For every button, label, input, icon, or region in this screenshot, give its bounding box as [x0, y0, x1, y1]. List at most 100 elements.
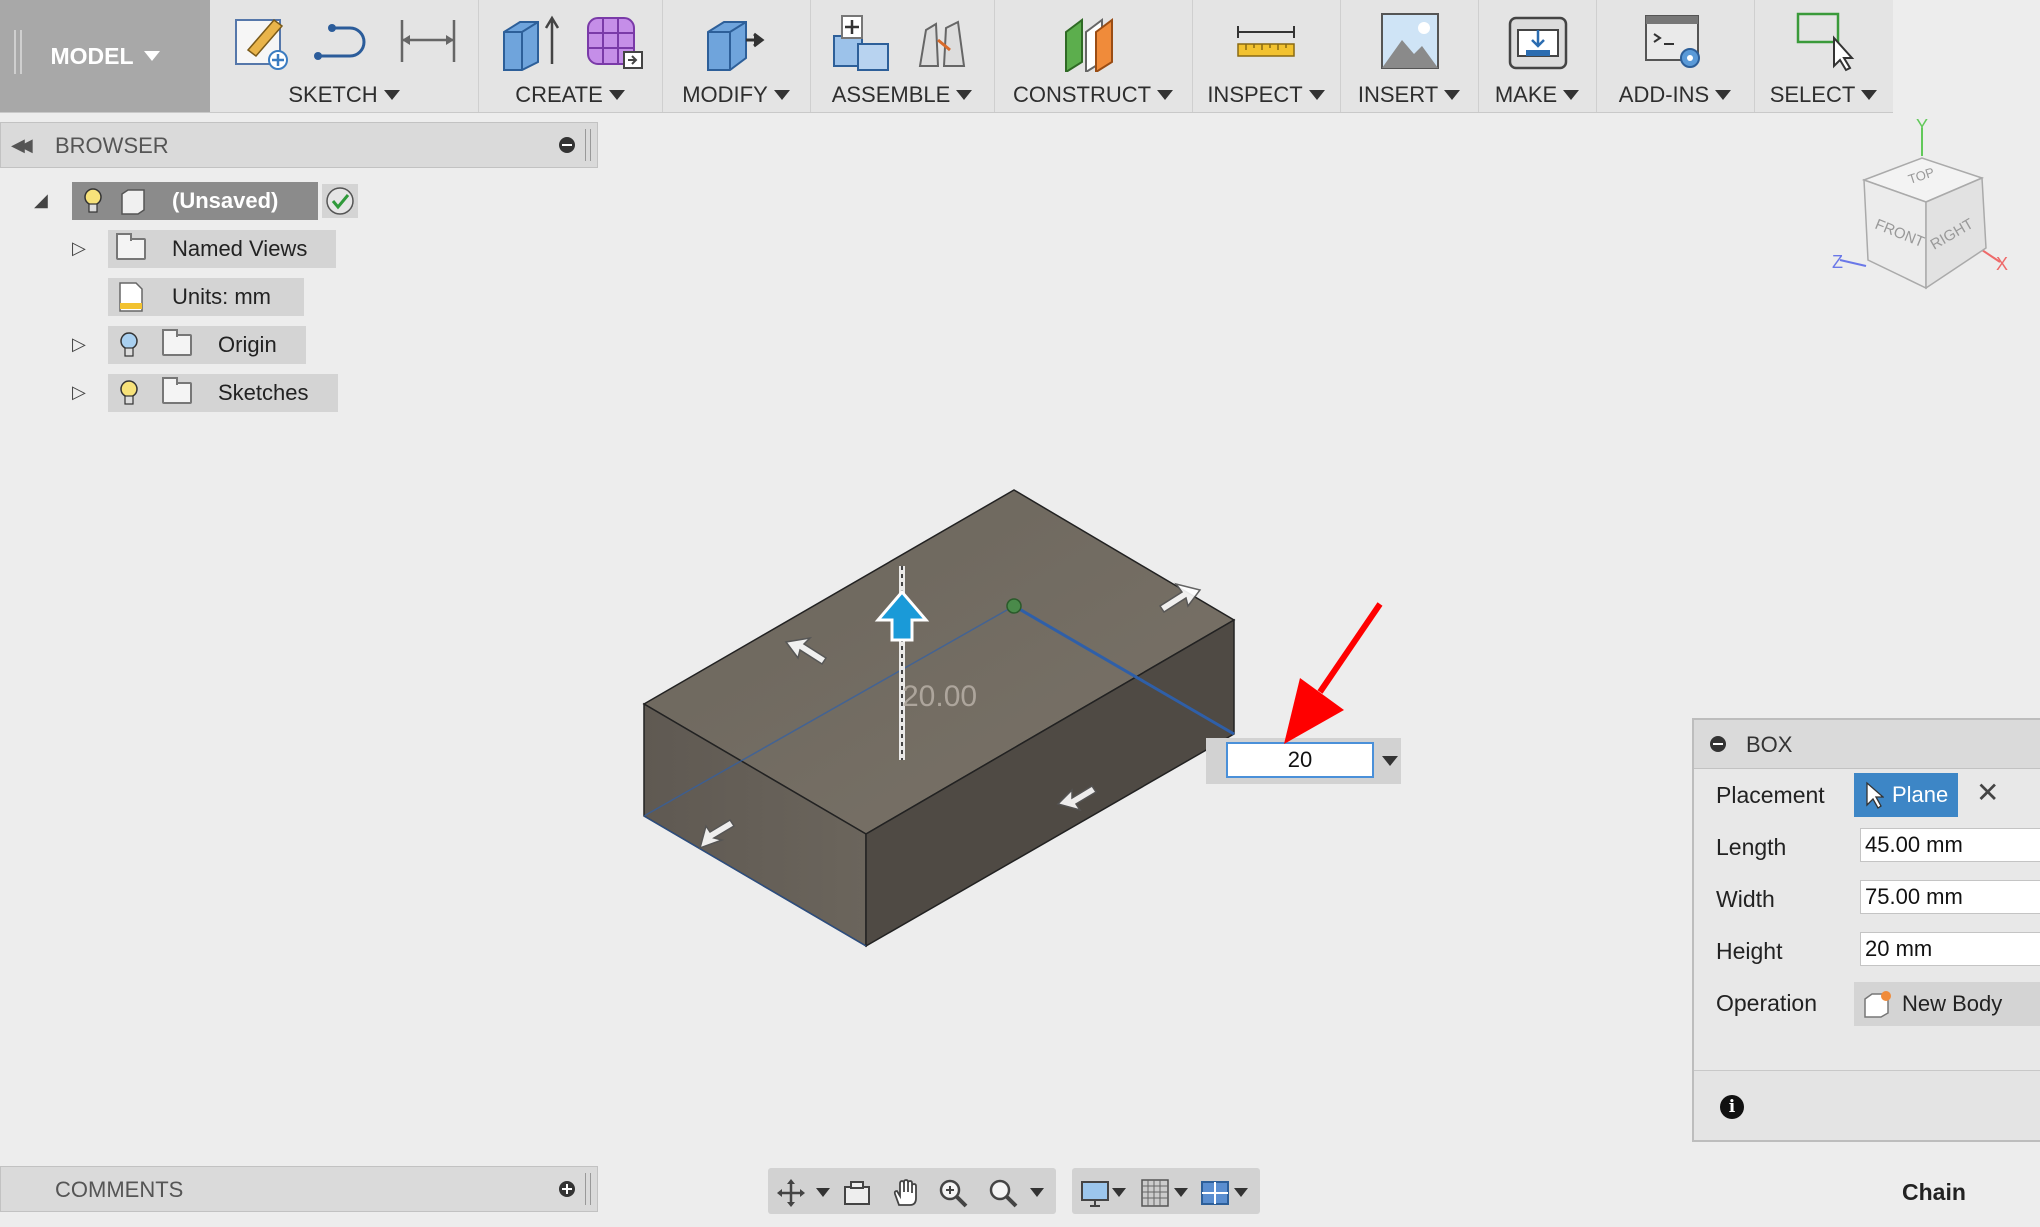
folder-icon: [162, 377, 192, 404]
operation-select[interactable]: New Body: [1854, 982, 2040, 1026]
folder-icon: [162, 329, 192, 356]
visibility-bulb-icon[interactable]: [82, 186, 104, 216]
browser-header[interactable]: ◀◀ BROWSER: [0, 122, 598, 168]
chevron-down-icon: [1444, 90, 1461, 100]
expand-root-icon[interactable]: ◢: [34, 190, 48, 211]
3d-print-icon[interactable]: [1506, 10, 1570, 72]
panel-grip[interactable]: [585, 1173, 591, 1205]
sketch-group[interactable]: SKETCH: [210, 0, 479, 112]
visibility-bulb-icon[interactable]: [118, 378, 140, 408]
create-group[interactable]: CREATE: [478, 0, 663, 112]
chevron-down-icon[interactable]: [1112, 1188, 1126, 1197]
navigation-toolbar: [768, 1168, 1056, 1214]
modify-group[interactable]: MODIFY: [662, 0, 811, 112]
assemble-group[interactable]: ASSEMBLE: [810, 0, 995, 112]
form-grid-icon[interactable]: [582, 10, 646, 72]
info-icon[interactable]: i: [1720, 1095, 1744, 1119]
annotation-arrow: [1284, 602, 1383, 744]
addins-label: ADD-INS: [1618, 82, 1710, 107]
grid-icon[interactable]: [1140, 1178, 1170, 1208]
viewports-icon[interactable]: [1200, 1178, 1230, 1208]
press-pull-icon[interactable]: [702, 10, 768, 72]
box-dialog-header[interactable]: BOX: [1694, 720, 2040, 769]
browser-item-origin[interactable]: Origin: [108, 326, 306, 364]
panel-grip[interactable]: [585, 129, 591, 161]
inspect-label: INSPECT: [1207, 82, 1303, 107]
placement-plane-button[interactable]: Plane: [1854, 773, 1958, 817]
clear-selection-icon[interactable]: ✕: [1976, 776, 1999, 809]
expand-sketches-icon[interactable]: ▷: [72, 382, 86, 403]
expand-comments-icon[interactable]: [559, 1181, 575, 1197]
chevron-down-icon[interactable]: [1234, 1188, 1248, 1197]
sketch-dimension-icon[interactable]: [396, 10, 460, 72]
workspace-switcher[interactable]: MODEL: [0, 0, 210, 112]
addins-group[interactable]: ADD-INS: [1596, 0, 1755, 112]
insert-image-icon[interactable]: [1378, 10, 1442, 72]
minimize-icon[interactable]: [559, 137, 575, 153]
insert-group[interactable]: INSERT: [1340, 0, 1479, 112]
inspect-group[interactable]: INSPECT: [1192, 0, 1341, 112]
chevron-down-icon: [1715, 90, 1732, 100]
units-document-icon: [119, 282, 143, 312]
browser-item-units[interactable]: Units: mm: [108, 278, 304, 316]
chevron-down-icon: [956, 90, 973, 100]
zoom-window-icon[interactable]: [938, 1178, 970, 1208]
root-label: (Unsaved): [172, 188, 279, 213]
chain-status: Chain: [1902, 1179, 1966, 1205]
joint-icon[interactable]: [910, 10, 976, 72]
browser-title: BROWSER: [55, 133, 169, 158]
width-label: Width: [1716, 886, 1775, 912]
collapse-panel-icon[interactable]: ◀◀: [11, 135, 33, 156]
create-sketch-icon[interactable]: [230, 10, 292, 72]
scripts-addins-icon[interactable]: [1642, 10, 1708, 72]
viewcube[interactable]: Y Z X TOP FRONT RIGHT: [1830, 118, 2030, 298]
named-views-label: Named Views: [172, 236, 308, 261]
height-label: Height: [1716, 938, 1783, 964]
insert-label: INSERT: [1357, 82, 1439, 107]
chevron-down-icon: [383, 90, 400, 100]
chevron-down-icon[interactable]: [1030, 1188, 1044, 1197]
display-settings-icon[interactable]: [1080, 1178, 1110, 1208]
axis-x-label: X: [1996, 254, 2008, 274]
length-input[interactable]: [1860, 828, 2040, 862]
placement-label: Placement: [1716, 782, 1825, 808]
make-label: MAKE: [1494, 82, 1558, 107]
new-component-icon[interactable]: [828, 10, 894, 72]
assemble-label: ASSEMBLE: [831, 82, 951, 107]
select-group[interactable]: SELECT: [1754, 0, 1893, 112]
active-checkmark-icon[interactable]: [322, 184, 358, 218]
comments-panel[interactable]: COMMENTS: [0, 1166, 598, 1212]
origin-point[interactable]: [1006, 598, 1022, 614]
minimize-icon[interactable]: [1710, 736, 1726, 752]
select-cursor-icon[interactable]: [1794, 10, 1860, 72]
orbit-icon[interactable]: [776, 1178, 806, 1208]
pan-hand-icon[interactable]: [890, 1178, 920, 1208]
extrude-icon[interactable]: [498, 10, 562, 72]
create-label: CREATE: [515, 82, 603, 107]
display-toolbar: [1072, 1168, 1260, 1214]
chevron-down-icon[interactable]: [816, 1188, 830, 1197]
toolbar-grip[interactable]: [14, 30, 22, 74]
construct-group[interactable]: CONSTRUCT: [994, 0, 1193, 112]
zoom-icon[interactable]: [988, 1178, 1020, 1208]
make-group[interactable]: MAKE: [1478, 0, 1597, 112]
visibility-bulb-icon[interactable]: [118, 330, 140, 360]
browser-item-named-views[interactable]: Named Views: [108, 230, 336, 268]
line-arc-icon[interactable]: [310, 10, 374, 72]
browser-item-sketches[interactable]: Sketches: [108, 374, 338, 412]
chevron-down-icon: [608, 90, 625, 100]
height-readout: 20.00: [902, 680, 978, 713]
width-input[interactable]: [1860, 880, 2040, 914]
height-input[interactable]: [1860, 932, 2040, 966]
chevron-down-icon[interactable]: [1174, 1188, 1188, 1197]
box-dialog-footer: i: [1694, 1070, 2040, 1140]
construction-plane-icon[interactable]: [1060, 10, 1126, 72]
look-at-icon[interactable]: [842, 1178, 872, 1208]
measure-icon[interactable]: [1234, 10, 1298, 72]
expand-named-views-icon[interactable]: ▷: [72, 238, 86, 259]
select-arrow-icon: [1866, 781, 1884, 809]
new-body-icon: [1864, 991, 1891, 1018]
browser-root-item[interactable]: (Unsaved): [72, 182, 318, 220]
expand-origin-icon[interactable]: ▷: [72, 334, 86, 355]
sketch-label: SKETCH: [288, 82, 378, 107]
